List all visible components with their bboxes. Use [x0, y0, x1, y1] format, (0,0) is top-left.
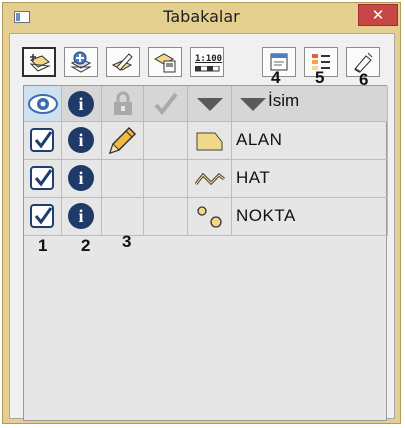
eye-icon — [28, 94, 58, 114]
edit-layer-icon — [111, 53, 133, 71]
selectable-header[interactable] — [144, 86, 188, 122]
symbol-header[interactable] — [188, 86, 232, 122]
layer-name-cell[interactable]: NOKTA — [232, 198, 388, 236]
layers-window: Tabakalar ✕ 1:100 4 5 6 i İsim i ALAN i … — [2, 2, 401, 424]
selectable-cell[interactable] — [144, 160, 188, 198]
title-bar[interactable]: Tabakalar ✕ — [3, 3, 400, 31]
pencil-icon — [108, 126, 137, 155]
line-icon — [194, 172, 225, 186]
symbol-cell[interactable] — [188, 160, 232, 198]
edit-cell[interactable] — [102, 198, 144, 236]
add-data-button[interactable] — [64, 47, 98, 77]
visibility-checkbox[interactable] — [30, 204, 54, 228]
lock-icon — [114, 91, 132, 115]
info-icon: i — [68, 91, 94, 117]
edit-cell[interactable] — [102, 122, 144, 160]
add-layer-button[interactable] — [22, 47, 56, 77]
layer-name: NOKTA — [236, 206, 296, 225]
selectable-cell[interactable] — [144, 198, 188, 236]
checkmark-icon — [34, 207, 53, 225]
name-header[interactable]: İsim — [232, 86, 388, 122]
save-layer-icon — [153, 53, 176, 73]
checkmark-icon — [34, 169, 53, 187]
lock-header[interactable] — [102, 86, 144, 122]
visibility-cell[interactable] — [24, 160, 62, 198]
add-layer-icon — [29, 54, 51, 72]
sort-icon — [240, 98, 266, 111]
layer-name-cell[interactable]: ALAN — [232, 122, 388, 160]
layer-name-cell[interactable]: HAT — [232, 160, 388, 198]
polygon-icon — [196, 132, 223, 151]
save-layer-button[interactable] — [148, 47, 182, 77]
layer-table: i İsim i ALAN i HAT i NOKTA 1 2 3 — [23, 85, 388, 421]
close-button[interactable]: ✕ — [358, 4, 398, 26]
info-icon: i — [68, 127, 94, 153]
selectable-cell[interactable] — [144, 122, 188, 160]
edit-layer-button[interactable] — [106, 47, 140, 77]
scale-label: 1:100 — [195, 54, 223, 64]
scale-button[interactable]: 1:100 — [190, 47, 224, 77]
name-header-label: İsim — [268, 91, 300, 110]
symbol-cell[interactable] — [188, 198, 232, 236]
point-icon — [197, 206, 222, 228]
visibility-cell[interactable] — [24, 198, 62, 236]
info-icon: i — [68, 203, 94, 229]
visibility-cell[interactable] — [24, 122, 62, 160]
info-icon: i — [68, 165, 94, 191]
visibility-checkbox[interactable] — [30, 128, 54, 152]
callout-number: 3 — [122, 232, 132, 251]
layer-name: HAT — [236, 168, 271, 187]
window-title: Tabakalar — [163, 7, 240, 26]
callout-number: 2 — [81, 236, 91, 255]
edit-cell[interactable] — [102, 160, 144, 198]
checkmark-icon — [34, 131, 53, 149]
check-icon — [154, 92, 178, 116]
symbol-cell[interactable] — [188, 122, 232, 160]
callout-number: 1 — [38, 236, 48, 255]
info-cell[interactable]: i — [62, 198, 102, 236]
dropdown-icon — [197, 98, 223, 111]
window-content: 1:100 4 5 6 i İsim i ALAN i HAT i NOKTA … — [9, 33, 395, 421]
info-header[interactable]: i — [62, 86, 102, 122]
visibility-checkbox[interactable] — [30, 166, 54, 190]
info-cell[interactable]: i — [62, 160, 102, 198]
info-cell[interactable]: i — [62, 122, 102, 160]
layer-name: ALAN — [236, 130, 283, 149]
add-data-icon — [70, 51, 92, 73]
visibility-header[interactable] — [24, 86, 62, 122]
